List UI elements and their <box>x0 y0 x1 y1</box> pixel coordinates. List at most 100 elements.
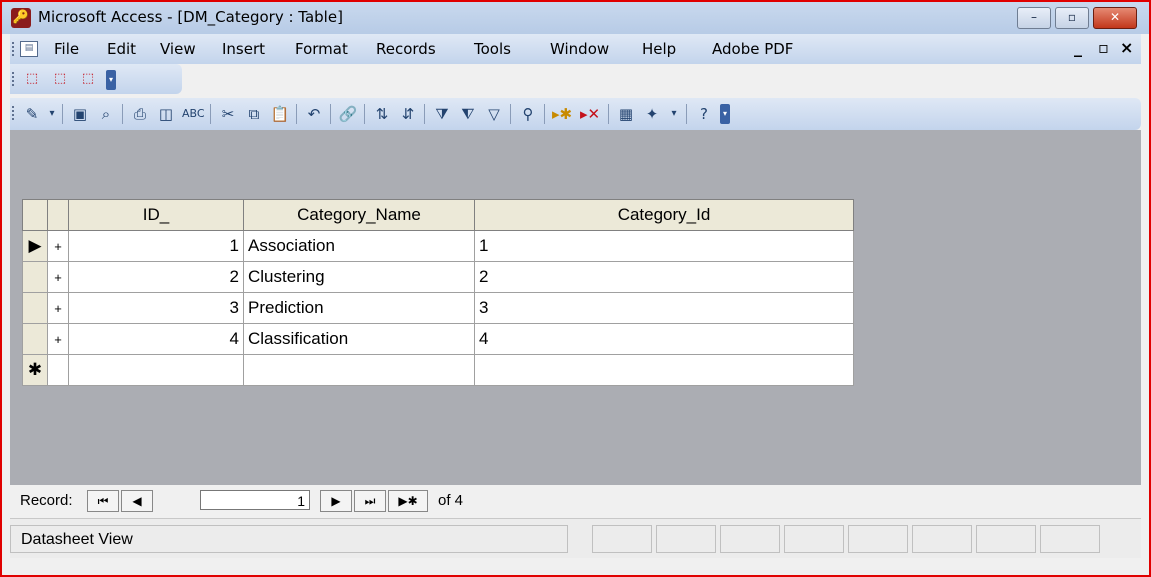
toolbar-grip-icon[interactable] <box>12 72 17 86</box>
current-record-field[interactable]: 1 <box>200 490 310 510</box>
cell-category-id[interactable]: 1 <box>474 230 854 262</box>
doc-close-button[interactable]: × <box>1120 38 1133 57</box>
menu-tools[interactable]: Tools <box>474 40 511 58</box>
copy-icon[interactable]: ⧉ <box>244 105 264 123</box>
hyperlink-icon[interactable]: 🔗 <box>338 105 358 123</box>
apply-filter-icon[interactable]: ▽ <box>484 105 504 123</box>
status-panel <box>976 525 1036 553</box>
new-cell-category-id[interactable] <box>474 354 854 386</box>
column-header-category-name[interactable]: Category_Name <box>243 199 475 231</box>
toolbar-separator <box>424 104 425 124</box>
view-dropdown-icon[interactable]: ▾ <box>42 105 62 123</box>
table-row[interactable]: + 4 Classification 4 <box>22 323 854 355</box>
cell-category-name[interactable]: Classification <box>243 323 475 355</box>
undo-icon[interactable]: ↶ <box>304 105 324 123</box>
sort-descending-icon[interactable]: ⇵ <box>398 105 418 123</box>
toolbar-separator <box>122 104 123 124</box>
cell-id[interactable]: 4 <box>68 323 244 355</box>
window-title: Microsoft Access - [DM_Category : Table] <box>38 8 343 26</box>
table-row[interactable]: + 3 Prediction 3 <box>22 292 854 324</box>
expand-header-cell <box>47 199 69 231</box>
current-record-indicator[interactable]: ▶ <box>22 230 48 262</box>
save-icon[interactable]: ▣ <box>70 105 90 123</box>
delete-record-icon[interactable]: ▸✕ <box>580 105 600 123</box>
menu-adobe-pdf[interactable]: Adobe PDF <box>712 40 793 58</box>
expand-row-icon[interactable]: + <box>47 323 69 355</box>
expand-row-icon[interactable]: + <box>47 261 69 293</box>
view-design-icon[interactable]: ✎ <box>22 105 42 123</box>
table-row[interactable]: + 2 Clustering 2 <box>22 261 854 293</box>
menu-help[interactable]: Help <box>642 40 676 58</box>
cell-id[interactable]: 1 <box>68 230 244 262</box>
row-selector[interactable] <box>22 323 48 355</box>
column-header-category-id[interactable]: Category_Id <box>474 199 854 231</box>
toolbar-grip-icon[interactable] <box>12 106 17 120</box>
find-icon[interactable]: ⚲ <box>518 105 538 123</box>
print-icon[interactable]: ⎙ <box>130 105 150 123</box>
search-icon[interactable]: ⌕ <box>96 105 116 123</box>
datasheet-toolbar: ✎ ▾ ▣ ⌕ ⎙ ◫ ABC ✂ ⧉ 📋 ↶ 🔗 ⇅ ⇵ ⧩ ⧨ ▽ ⚲ ▸✱… <box>10 98 1141 130</box>
cell-category-name[interactable]: Association <box>243 230 475 262</box>
toolbar-separator <box>510 104 511 124</box>
table-menu-icon[interactable]: ▤ <box>20 41 38 57</box>
first-record-button[interactable]: ⏮ <box>87 490 119 512</box>
minimize-button[interactable]: – <box>1017 7 1051 29</box>
new-record-icon[interactable]: ▸✱ <box>552 105 572 123</box>
spelling-icon[interactable]: ABC <box>182 105 205 123</box>
new-cell-id[interactable] <box>68 354 244 386</box>
filter-by-selection-icon[interactable]: ⧩ <box>432 105 452 123</box>
menu-edit[interactable]: Edit <box>107 40 136 58</box>
sort-ascending-icon[interactable]: ⇅ <box>372 105 392 123</box>
new-record-row[interactable]: ✱ <box>22 354 854 386</box>
new-record-nav-button[interactable]: ▶✱ <box>388 490 428 512</box>
datasheet-area: ID_ Category_Name Category_Id ▶ + 1 Asso… <box>10 130 1141 485</box>
status-panel <box>656 525 716 553</box>
cut-icon[interactable]: ✂ <box>218 105 238 123</box>
menu-format[interactable]: Format <box>295 40 348 58</box>
cell-category-id[interactable]: 4 <box>474 323 854 355</box>
close-button[interactable]: ✕ <box>1093 7 1137 29</box>
row-selector[interactable] <box>22 261 48 293</box>
table-row[interactable]: ▶ + 1 Association 1 <box>22 230 854 262</box>
cell-category-name[interactable]: Prediction <box>243 292 475 324</box>
menu-window[interactable]: Window <box>550 40 609 58</box>
new-record-indicator[interactable]: ✱ <box>22 354 48 386</box>
pdf-convert-icon[interactable]: ⬚ <box>22 70 42 88</box>
doc-minimize-button[interactable]: _ <box>1074 38 1082 57</box>
access-app-icon[interactable]: 🔑 <box>11 8 31 28</box>
doc-restore-button[interactable]: ▫ <box>1098 38 1109 57</box>
title-bar: 🔑 Microsoft Access - [DM_Category : Tabl… <box>2 2 1149 34</box>
pdf-email-icon[interactable]: ⬚ <box>50 70 70 88</box>
new-object-icon[interactable]: ✦ <box>642 105 662 123</box>
menu-file[interactable]: File <box>54 40 79 58</box>
new-object-dropdown-icon[interactable]: ▾ <box>664 105 684 123</box>
toolbar-options-icon[interactable]: ▾ <box>720 104 730 124</box>
expand-row-icon[interactable]: + <box>47 230 69 262</box>
paste-icon[interactable]: 📋 <box>270 105 290 123</box>
print-preview-icon[interactable]: ◫ <box>156 105 176 123</box>
cell-category-id[interactable]: 3 <box>474 292 854 324</box>
database-window-icon[interactable]: ▦ <box>616 105 636 123</box>
toolbar-options-icon[interactable]: ▾ <box>106 70 116 90</box>
previous-record-button[interactable]: ◀ <box>121 490 153 512</box>
restore-button[interactable]: ▫ <box>1055 7 1089 29</box>
help-icon[interactable]: ? <box>694 105 714 123</box>
row-selector[interactable] <box>22 292 48 324</box>
pdf-review-icon[interactable]: ⬚ <box>78 70 98 88</box>
expand-row-icon[interactable]: + <box>47 292 69 324</box>
new-cell-category-name[interactable] <box>243 354 475 386</box>
menu-insert[interactable]: Insert <box>222 40 265 58</box>
next-record-button[interactable]: ▶ <box>320 490 352 512</box>
filter-by-form-icon[interactable]: ⧨ <box>458 105 478 123</box>
last-record-button[interactable]: ⏭ <box>354 490 386 512</box>
cell-category-name[interactable]: Clustering <box>243 261 475 293</box>
cell-id[interactable]: 3 <box>68 292 244 324</box>
new-row-expand-cell[interactable] <box>47 354 69 386</box>
toolbar-grip-icon[interactable] <box>12 42 17 56</box>
select-all-cell[interactable] <box>22 199 48 231</box>
column-header-id[interactable]: ID_ <box>68 199 244 231</box>
cell-category-id[interactable]: 2 <box>474 261 854 293</box>
menu-records[interactable]: Records <box>376 40 436 58</box>
cell-id[interactable]: 2 <box>68 261 244 293</box>
menu-view[interactable]: View <box>160 40 196 58</box>
